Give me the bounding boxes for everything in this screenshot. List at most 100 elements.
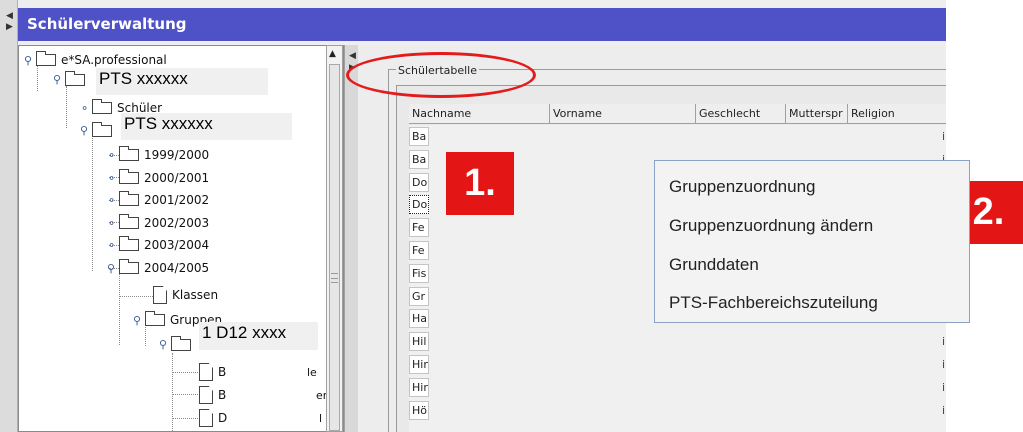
tree-node-year[interactable]: ⚬ 1999/2000 (107, 146, 210, 162)
scrollbar-thumb[interactable] (329, 64, 340, 431)
tree-node-year[interactable]: ⚬ 2000/2001 (107, 169, 210, 185)
tree-node-label: 1999/2000 (144, 148, 210, 162)
tree-collapsed-icon[interactable]: ⚬ (107, 172, 119, 185)
menu-item-pts-fachbereichszuteilung[interactable]: PTS-Fachbereichszuteilung (669, 293, 878, 313)
tree-expanded-icon[interactable]: ⚲ (80, 124, 92, 137)
left-collapse-grip[interactable]: ◀ ▶ (0, 0, 18, 432)
privacy-mask (229, 358, 305, 426)
tree-expanded-icon[interactable]: ⚲ (107, 262, 119, 275)
tree-node-school[interactable]: ⚲ (53, 70, 90, 86)
folder-icon (119, 169, 139, 184)
tree-node-classes[interactable]: Klassen (153, 286, 218, 304)
folder-icon (119, 214, 139, 229)
tree-node-subschool[interactable]: ⚲ (80, 121, 117, 137)
folder-icon (65, 70, 85, 86)
tree-collapsed-icon[interactable]: ⚬ (107, 217, 119, 230)
column-header-nachname[interactable]: Nachname (409, 104, 550, 124)
tree-node-group-child[interactable]: B (199, 386, 226, 404)
tree-scrollbar[interactable]: ▲ (326, 45, 343, 432)
context-menu: Gruppenzuordnung Gruppenzuordnung ändern… (654, 160, 970, 323)
table-row[interactable]: Ha (409, 309, 429, 329)
table-row[interactable]: Gr (409, 286, 429, 306)
expand-arrow-icon[interactable]: ▶ (349, 63, 356, 73)
menu-item-gruppenzuordnung-aendern[interactable]: Gruppenzuordnung ändern (669, 216, 873, 236)
tree-node-label: 2001/2002 (144, 193, 210, 207)
column-header-muttersprache[interactable]: Mutterspr (786, 104, 848, 124)
menu-item-gruppenzuordnung[interactable]: Gruppenzuordnung (669, 177, 816, 197)
table-row[interactable]: Hö (409, 400, 429, 420)
collapse-arrow-icon[interactable]: ◀ (349, 51, 356, 61)
tree-node-label: e*SA.professional (61, 53, 167, 67)
tree-node-label-fragment: l (319, 412, 323, 425)
table-row[interactable]: Fe (409, 241, 429, 260)
student-table-legend: Schülertabelle (396, 64, 480, 77)
table-row-edge-marker: i (942, 130, 946, 143)
tree-node-year[interactable]: ⚬ 2001/2002 (107, 191, 210, 207)
menu-item-grunddaten[interactable]: Grunddaten (669, 255, 759, 275)
table-row[interactable]: Do (409, 195, 429, 215)
folder-icon (119, 146, 139, 161)
folder-icon (92, 121, 112, 137)
folder-icon (119, 259, 139, 274)
table-row[interactable]: Hil (409, 332, 429, 352)
document-icon (153, 286, 167, 304)
column-header-vorname[interactable]: Vorname (550, 104, 696, 124)
tree-node-label: Klassen (172, 288, 219, 302)
folder-icon (36, 51, 56, 66)
tree-collapsed-icon[interactable]: ⚬ (107, 149, 119, 162)
school-name-overlay: PTS xxxxxx (96, 68, 268, 95)
table-row[interactable]: Fis (409, 263, 429, 283)
tree-expanded-icon[interactable]: ⚲ (133, 314, 145, 327)
table-row-edge-marker: i (942, 335, 946, 349)
tree-node-label: D (218, 411, 228, 425)
table-row-edge-marker: i (942, 403, 946, 417)
tree-collapsed-icon[interactable]: ⚬ (80, 102, 92, 115)
tree-node-year[interactable]: ⚬ 2002/2003 (107, 214, 210, 230)
tree-collapsed-icon[interactable]: ⚬ (107, 194, 119, 207)
group-name-overlay: 1 D12 xxxx (199, 322, 318, 350)
document-icon (199, 363, 213, 381)
table-row-edge-marker: i (942, 380, 946, 394)
table-row[interactable]: Ba (409, 127, 429, 146)
tree-expanded-icon[interactable]: ⚲ (24, 54, 36, 67)
table-row[interactable]: Hir (409, 355, 429, 374)
table-row-edge-marker: i (942, 358, 946, 371)
tree-node-label: 2002/2003 (144, 216, 210, 230)
tree-expanded-icon[interactable]: ⚲ (159, 338, 171, 351)
step-badge-1: 1. (446, 152, 514, 215)
tree-node-label: 2000/2001 (144, 171, 210, 185)
navigation-tree: ⚲ e*SA.professional ⚲ ⚬ Schüler ⚲ ⚬ 1999… (18, 45, 344, 432)
table-row[interactable]: Fe (409, 218, 429, 238)
folder-icon (145, 311, 165, 326)
column-header-geschlecht[interactable]: Geschlecht (696, 104, 786, 124)
tree-node-group-child[interactable]: D (199, 409, 227, 427)
tree-node-year-expanded[interactable]: ⚲ 2004/2005 (107, 259, 210, 275)
table-row[interactable]: Ba (409, 149, 429, 169)
scroll-up-icon[interactable]: ▲ (329, 49, 336, 59)
table-row[interactable]: Hir (409, 377, 429, 397)
student-table-header: Nachname Vorname Geschlecht Mutterspr Re… (409, 104, 946, 124)
tree-collapsed-icon[interactable]: ⚬ (107, 239, 119, 252)
tree-node-label: 2003/2004 (144, 238, 210, 252)
panel-splitter[interactable]: ◀ ▶ (344, 45, 358, 432)
folder-icon (92, 99, 112, 114)
document-icon (199, 386, 213, 404)
folder-icon (119, 191, 139, 206)
tree-node-group-child[interactable]: B (199, 363, 226, 381)
column-header-religion[interactable]: Religion (848, 104, 946, 124)
tree-node-label: B (218, 365, 227, 379)
tree-node-group[interactable]: ⚲ (159, 335, 196, 351)
tree-expanded-icon[interactable]: ⚲ (53, 73, 65, 86)
folder-icon (119, 236, 139, 251)
tree-node-year[interactable]: ⚬ 2003/2004 (107, 236, 210, 252)
window-title: Schülerverwaltung (18, 8, 946, 41)
tree-node-label-fragment: le (307, 366, 317, 379)
table-row[interactable]: Do (409, 172, 429, 192)
folder-icon (171, 335, 191, 351)
tree-node-label: 2004/2005 (144, 261, 210, 275)
subschool-name-overlay: PTS xxxxxx (121, 113, 292, 140)
collapse-arrow-icon[interactable]: ◀ (6, 11, 13, 21)
expand-arrow-icon[interactable]: ▶ (6, 22, 13, 32)
tree-node-root[interactable]: ⚲ e*SA.professional (24, 51, 167, 67)
document-icon (199, 409, 213, 427)
